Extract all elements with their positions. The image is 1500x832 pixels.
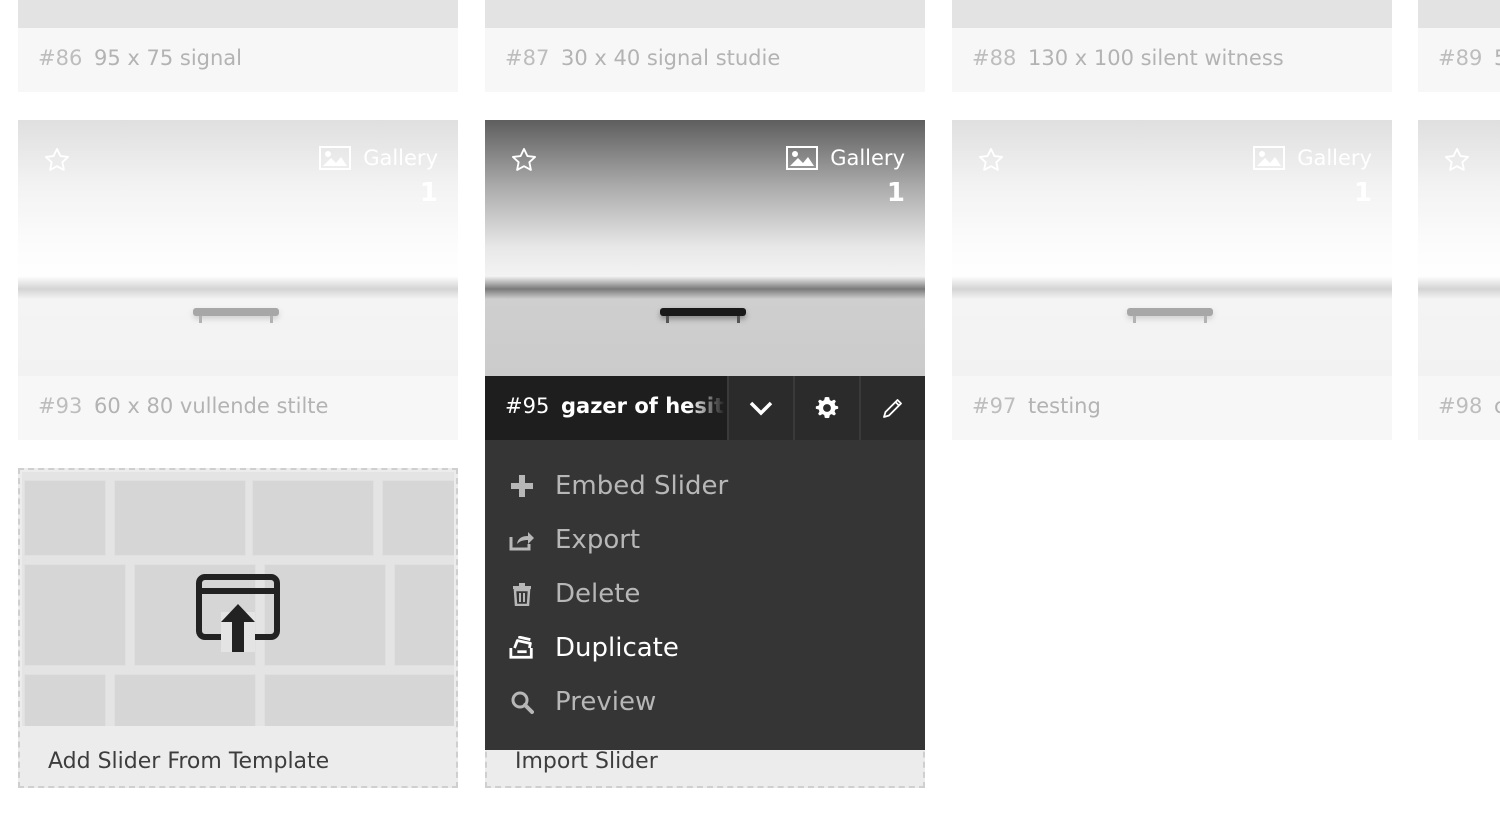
plus-icon: [509, 473, 535, 499]
trash-icon: [509, 581, 535, 607]
menu-item-duplicate[interactable]: Duplicate: [509, 628, 679, 668]
menu-item-label: Export: [555, 525, 641, 555]
slider-thumbnail[interactable]: [18, 0, 458, 28]
menu-item-export[interactable]: Export: [509, 520, 640, 560]
thumbnail-bench: [1127, 308, 1213, 323]
add-slider-from-template-label: Add Slider From Template: [48, 749, 330, 774]
star-icon[interactable]: [43, 146, 71, 174]
slider-caption: #87 30 x 40 signal studie: [485, 28, 925, 92]
chevron-down-icon: [749, 401, 773, 416]
menu-item-delete[interactable]: Delete: [509, 574, 640, 614]
slide-count: 1: [886, 178, 905, 208]
slider-card-87[interactable]: #87 30 x 40 signal studie: [485, 0, 925, 92]
slider-caption: #89 5: [1418, 28, 1500, 92]
slider-caption: #88 130 x 100 silent witness: [952, 28, 1392, 92]
slider-name[interactable]: 5: [1494, 46, 1500, 70]
slider-id: #86: [38, 46, 83, 70]
slider-type-label: Gallery: [830, 146, 905, 170]
slider-type: Gallery: [319, 146, 438, 170]
settings-button[interactable]: [793, 376, 859, 440]
slider-name[interactable]: gazer of hesitation: [561, 394, 725, 418]
slider-id: #89: [1438, 46, 1483, 70]
add-slider-from-template-tile[interactable]: Add Slider From Template: [18, 468, 458, 788]
slider-name[interactable]: testing: [1028, 394, 1101, 418]
slider-thumbnail[interactable]: [485, 0, 925, 28]
slide-count: 1: [419, 178, 438, 208]
slider-card-95[interactable]: Gallery 1 #95 gazer of hesitation: [485, 120, 925, 440]
menu-item-label: Preview: [555, 687, 657, 717]
slider-caption: #97 testing: [952, 376, 1392, 440]
star-icon[interactable]: [510, 146, 538, 174]
slider-name[interactable]: 95 x 75 signal: [94, 46, 242, 70]
pencil-icon: [883, 399, 902, 418]
slider-type: Gallery: [1253, 146, 1372, 170]
share-icon: [509, 527, 535, 553]
more-actions-button[interactable]: [727, 376, 793, 440]
star-icon[interactable]: [1443, 146, 1471, 174]
slider-name[interactable]: 30 x 40 signal studie: [561, 46, 780, 70]
slide-count: 1: [1353, 178, 1372, 208]
image-icon: [786, 146, 819, 170]
duplicate-icon: [509, 635, 535, 661]
menu-item-label: Embed Slider: [555, 471, 729, 501]
import-slider-label: Import Slider: [515, 749, 658, 774]
slider-actions-menu: Embed Slider Export Delete Duplicate Pre…: [485, 440, 925, 750]
slider-thumbnail[interactable]: [952, 0, 1392, 28]
thumbnail-bench: [193, 308, 279, 323]
slider-id: #88: [972, 46, 1017, 70]
slider-name[interactable]: 130 x 100 silent witness: [1028, 46, 1284, 70]
slider-id: #98: [1438, 394, 1483, 418]
slider-card-86[interactable]: #86 95 x 75 signal: [18, 0, 458, 92]
slider-card-98[interactable]: #98 c: [1418, 120, 1500, 440]
slider-card-89[interactable]: #89 5: [1418, 0, 1500, 92]
search-icon: [509, 689, 535, 715]
slider-id: #87: [505, 46, 550, 70]
image-icon: [1253, 146, 1286, 170]
slider-name[interactable]: c: [1494, 394, 1500, 418]
menu-item-label: Duplicate: [555, 633, 679, 663]
slider-id: #93: [38, 394, 83, 418]
slider-name[interactable]: 60 x 80 vullende stilte: [94, 394, 328, 418]
slider-id: #95: [505, 394, 550, 418]
slider-caption: #98 c: [1418, 376, 1500, 440]
slider-type-label: Gallery: [363, 146, 438, 170]
slider-caption: #93 60 x 80 vullende stilte: [18, 376, 458, 440]
slider-caption: #95 gazer of hesitation: [485, 376, 925, 440]
edit-button[interactable]: [859, 376, 925, 440]
slider-caption: #86 95 x 75 signal: [18, 28, 458, 92]
slider-type-label: Gallery: [1297, 146, 1372, 170]
menu-item-label: Delete: [555, 579, 641, 609]
template-upload-icon: [196, 574, 280, 652]
slider-card-88[interactable]: #88 130 x 100 silent witness: [952, 0, 1392, 92]
star-icon[interactable]: [977, 146, 1005, 174]
image-icon: [319, 146, 352, 170]
thumbnail-bench: [660, 308, 746, 323]
slider-card-93[interactable]: Gallery 1 #93 60 x 80 vullende stilte: [18, 120, 458, 440]
slider-type: Gallery: [786, 146, 905, 170]
slider-id: #97: [972, 394, 1017, 418]
menu-item-embed-slider[interactable]: Embed Slider: [509, 466, 728, 506]
slider-thumbnail[interactable]: [1418, 0, 1500, 28]
gear-icon: [815, 396, 839, 419]
slider-card-97[interactable]: Gallery 1 #97 testing: [952, 120, 1392, 440]
menu-item-preview[interactable]: Preview: [509, 682, 656, 722]
